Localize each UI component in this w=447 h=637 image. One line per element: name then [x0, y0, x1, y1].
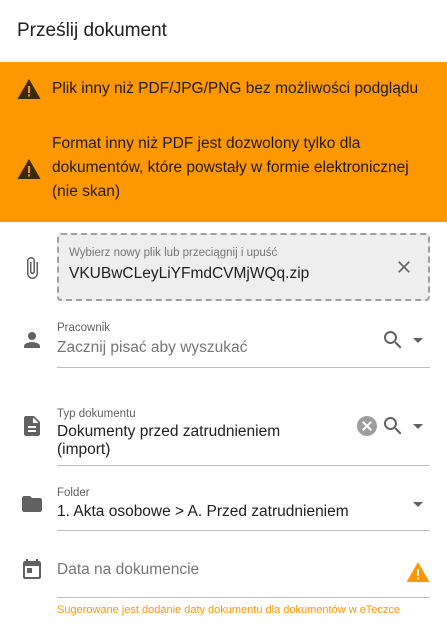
file-dropzone-hint: Wybierz nowy plik lub przeciągnij i upuś… [69, 247, 278, 259]
folder-icon [22, 496, 42, 512]
clear-circle-icon[interactable] [355, 414, 379, 438]
document-date-hint: Sugerowane jest dodanie daty dokumentu d… [57, 604, 401, 616]
file-name: VKUBwCLeyLiYFmdCVMjWQq.zip [69, 265, 310, 282]
chevron-down-icon[interactable] [406, 414, 430, 438]
warning-preview: Plik inny niż PDF/JPG/PNG bez możliwości… [0, 76, 447, 102]
employee-label: Pracownik [57, 322, 111, 334]
warning-icon [17, 159, 41, 179]
folder-label: Folder [57, 487, 90, 499]
warning-text: Format inny niż PDF jest dozwolony tylko… [52, 135, 409, 200]
chevron-down-icon[interactable] [406, 328, 430, 352]
person-icon [24, 332, 40, 348]
warning-icon [17, 79, 41, 99]
dialog-header: Prześlij dokument [0, 0, 447, 62]
warning-format: Format inny niż PDF jest dozwolony tylko… [0, 132, 447, 206]
folder-value[interactable]: 1. Akta osobowe > A. Przed zatrudnieniem [57, 503, 377, 521]
search-icon[interactable] [381, 328, 405, 352]
paperclip-icon [27, 257, 38, 279]
document-type-label: Typ dokumentu [57, 408, 136, 420]
warning-banner: Plik inny niż PDF/JPG/PNG bez możliwości… [0, 62, 447, 222]
warning-text: Plik inny niż PDF/JPG/PNG bez możliwości… [52, 80, 419, 97]
search-icon[interactable] [381, 414, 405, 438]
document-date-input[interactable]: Data na dokumencie [57, 561, 199, 579]
employee-input[interactable]: Zacznij pisać aby wyszukać [57, 339, 247, 357]
chevron-down-icon[interactable] [406, 492, 430, 516]
dialog-title: Prześlij dokument [17, 20, 167, 41]
document-icon [24, 416, 40, 436]
document-type-value[interactable]: Dokumenty przed zatrudnieniem (import) [57, 423, 327, 459]
close-icon[interactable] [394, 257, 414, 277]
file-dropzone[interactable]: Wybierz nowy plik lub przeciągnij i upuś… [57, 233, 430, 301]
folder-field[interactable]: Folder 1. Akta osobowe > A. Przed zatrud… [57, 484, 430, 531]
warning-icon [406, 562, 430, 582]
calendar-icon [23, 559, 41, 579]
employee-field[interactable]: Pracownik Zacznij pisać aby wyszukać [57, 318, 430, 368]
document-date-field[interactable]: Data na dokumencie [57, 552, 430, 598]
document-type-field[interactable]: Typ dokumentu Dokumenty przed zatrudnien… [57, 404, 430, 466]
